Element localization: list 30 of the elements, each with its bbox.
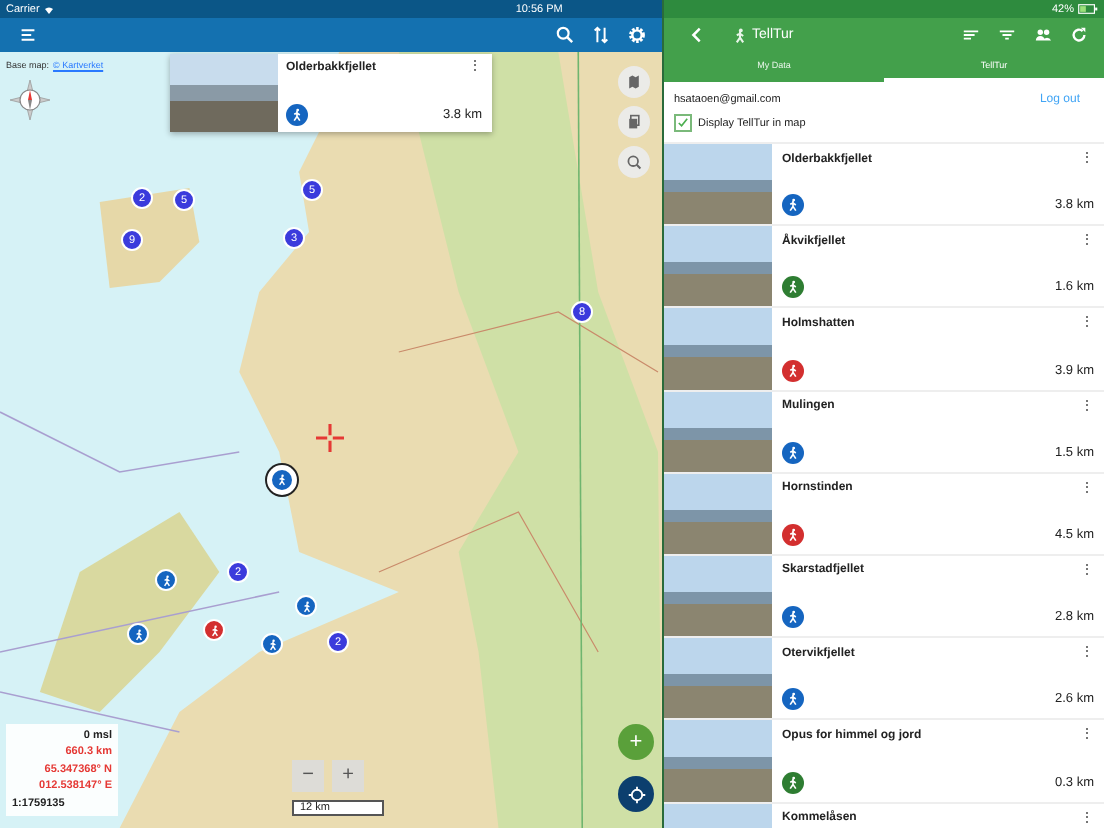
photo-placeholder	[664, 391, 772, 472]
photo-placeholder	[664, 555, 772, 637]
photo-placeholder	[664, 144, 772, 225]
back-icon[interactable]	[688, 26, 706, 44]
search-icon	[626, 154, 642, 170]
photo-placeholder	[664, 638, 772, 719]
photo-placeholder	[170, 54, 278, 132]
photo-placeholder	[664, 308, 772, 390]
people-icon[interactable]	[1034, 26, 1052, 44]
crosshair-icon	[316, 424, 344, 452]
compass-icon[interactable]	[10, 80, 50, 120]
settings-icon[interactable]	[628, 26, 646, 44]
refresh-icon[interactable]	[1070, 26, 1088, 44]
map-icon	[626, 74, 642, 90]
battery-icon	[1078, 4, 1098, 14]
hiker-logo-icon	[732, 27, 748, 43]
checkbox[interactable]	[674, 114, 692, 132]
copy-icon	[626, 114, 642, 130]
search-icon[interactable]	[556, 26, 574, 44]
sort-icon[interactable]	[962, 26, 980, 44]
selected-hiker-marker-icon[interactable]	[270, 468, 294, 492]
wifi-icon	[43, 5, 54, 13]
crosshair-target-icon	[627, 785, 645, 803]
photo-placeholder	[664, 226, 772, 307]
menu-icon[interactable]	[20, 28, 36, 42]
zoom-in-button[interactable]: +	[332, 760, 364, 792]
zoom-out-button[interactable]: −	[292, 760, 324, 792]
sort-arrows-icon[interactable]	[592, 26, 610, 44]
filter-icon[interactable]	[998, 26, 1016, 44]
photo-placeholder	[664, 473, 772, 554]
